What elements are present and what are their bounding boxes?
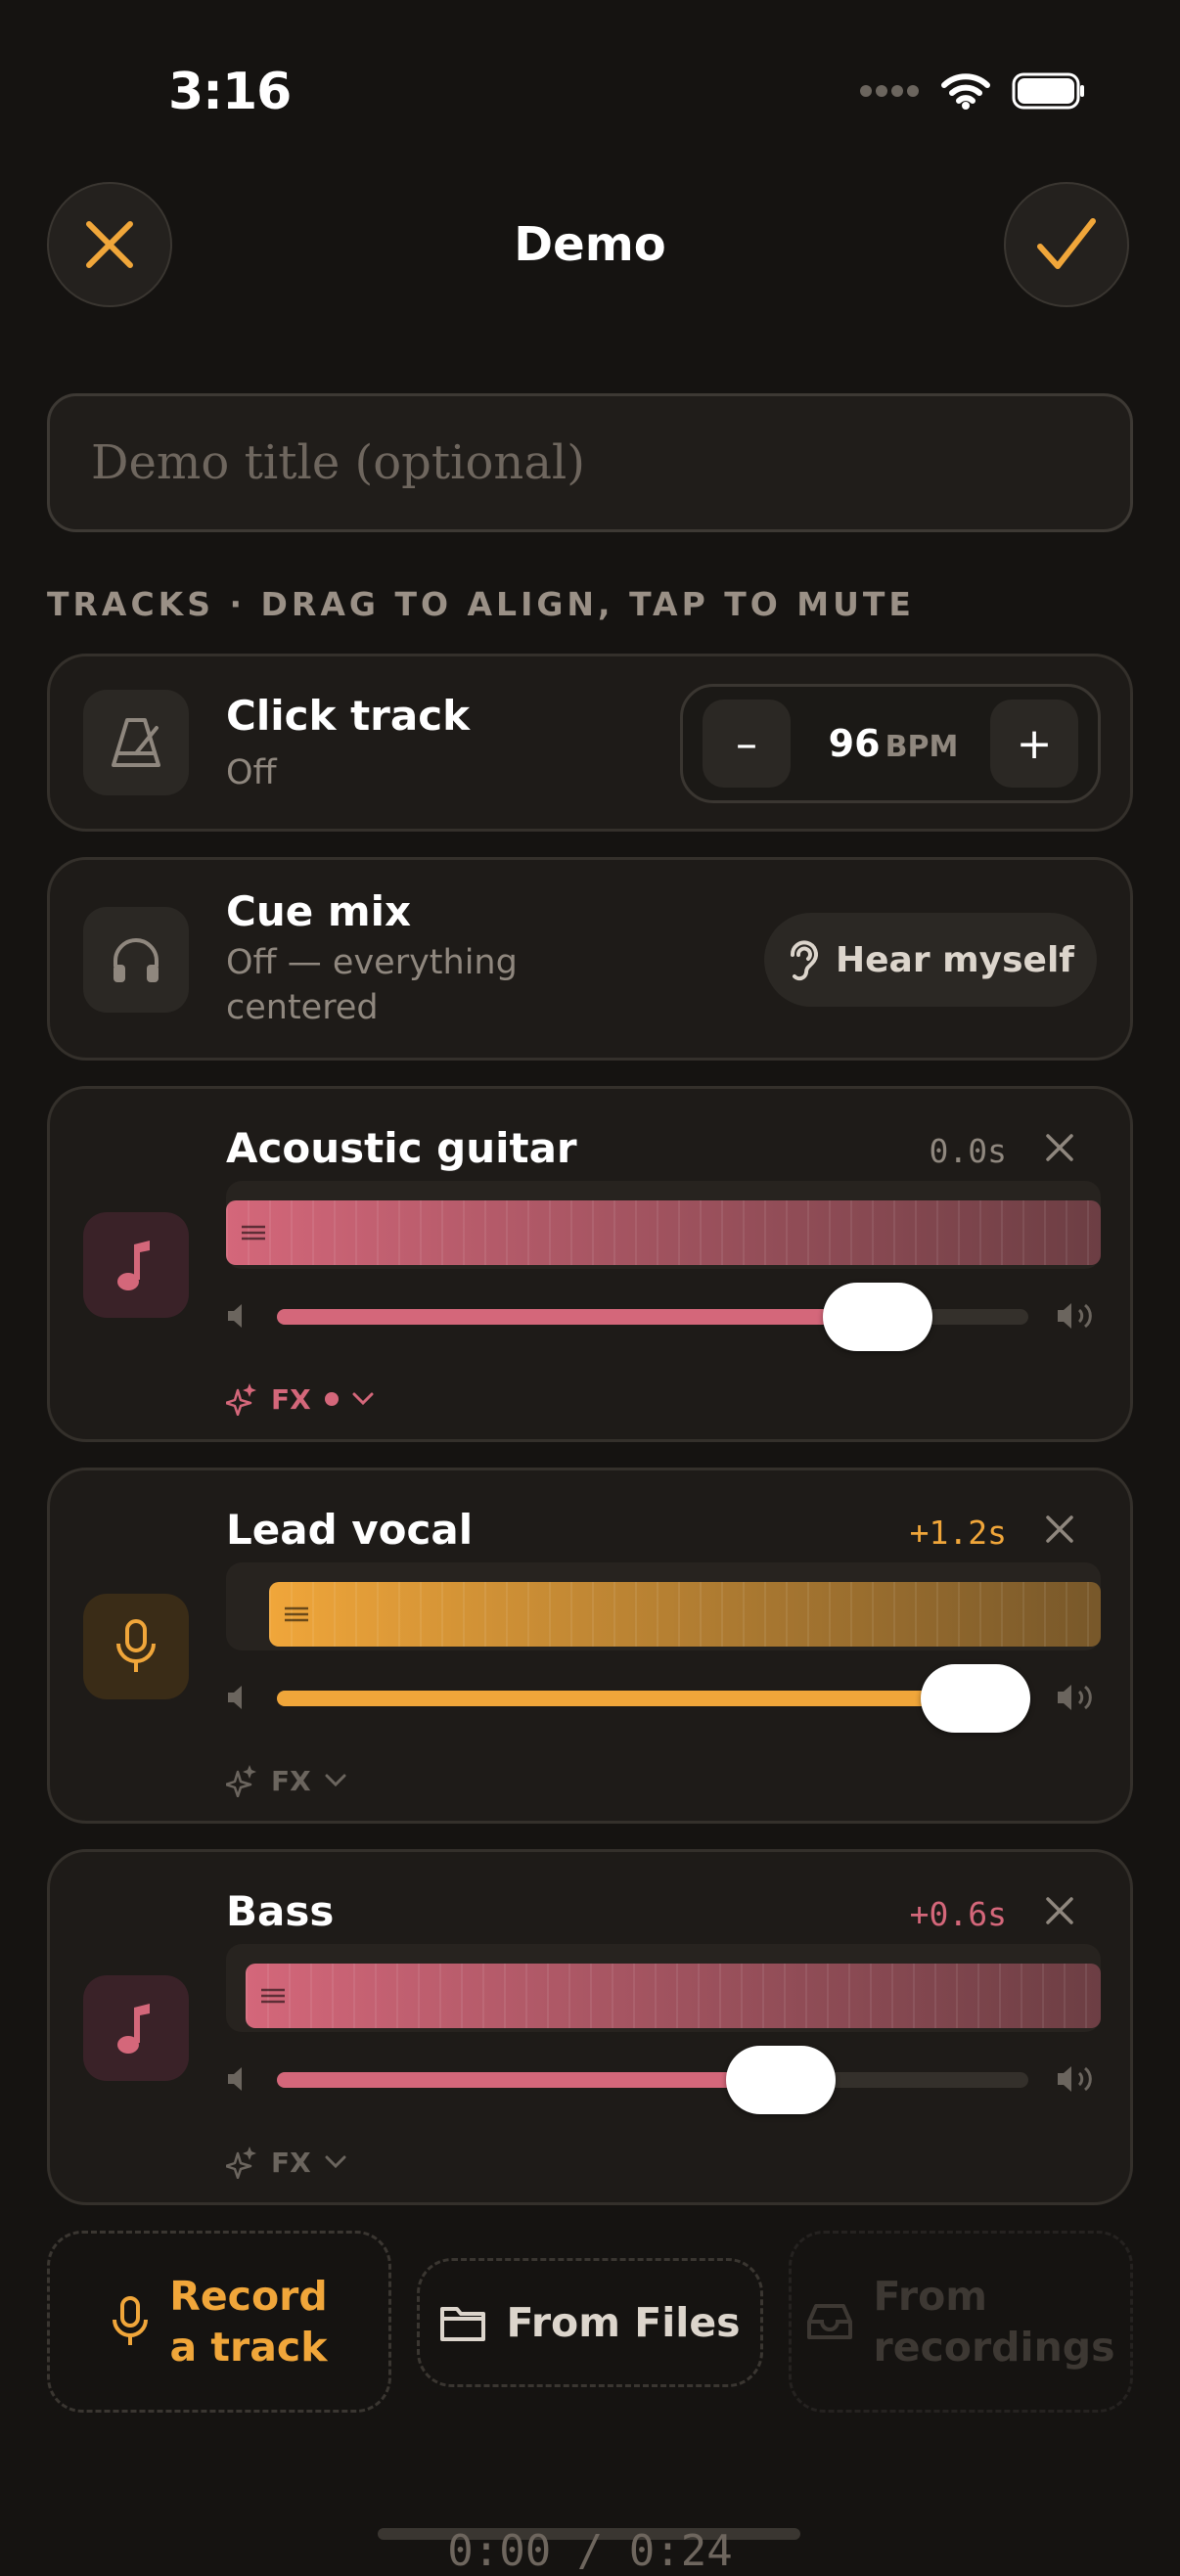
- volume-high-icon: [1058, 2066, 1092, 2092]
- remove-track-button[interactable]: [1038, 1508, 1081, 1551]
- wifi-icon: [941, 73, 990, 110]
- track-offset: 0.0s: [929, 1132, 1007, 1170]
- volume-knob[interactable]: [921, 1664, 1031, 1733]
- fx-toggle[interactable]: FX: [226, 1382, 374, 1416]
- demo-title-field[interactable]: [47, 393, 1133, 532]
- volume-fill: [277, 1309, 879, 1325]
- microphone-icon: [113, 2296, 149, 2345]
- music-note-icon: [117, 2004, 150, 2054]
- chevron-down-icon: [325, 2155, 346, 2169]
- track-card: Acoustic guitar 0.0s FX: [47, 1086, 1133, 1442]
- track-card: Lead vocal +1.2s FX: [47, 1468, 1133, 1824]
- record-track-label-1: Record: [169, 2273, 328, 2320]
- track-offset: +1.2s: [909, 1514, 1007, 1552]
- close-icon: [1046, 1515, 1073, 1543]
- hear-myself-label: Hear myself: [836, 939, 1074, 980]
- volume-slider[interactable]: [277, 2072, 1028, 2088]
- battery-icon: [1012, 72, 1084, 110]
- demo-title-input[interactable]: [89, 434, 1091, 491]
- cue-mix-card: Cue mix Off — everything centered Hear m…: [47, 857, 1133, 1061]
- track-icon-tile[interactable]: [83, 1212, 189, 1318]
- track-offset: +0.6s: [909, 1895, 1007, 1933]
- sparkle-icon: [226, 2147, 256, 2179]
- volume-fill: [277, 1691, 976, 1706]
- ear-icon: [791, 940, 818, 981]
- inbox-icon: [807, 2304, 853, 2339]
- folder-icon: [440, 2307, 486, 2341]
- sparkle-icon: [226, 1383, 256, 1416]
- click-track-name: Click track: [226, 692, 471, 740]
- cue-mix-name: Cue mix: [226, 887, 412, 935]
- volume-high-icon: [1058, 1303, 1092, 1329]
- track-icon-tile[interactable]: [83, 1975, 189, 2081]
- hear-myself-button[interactable]: Hear myself: [764, 913, 1097, 1007]
- close-icon: [1046, 1134, 1073, 1161]
- fx-label: FX: [271, 1382, 311, 1416]
- volume-fill: [277, 2072, 781, 2088]
- drag-handle-icon: [261, 1988, 285, 2004]
- volume-knob[interactable]: [725, 2046, 836, 2114]
- bpm-increase-button[interactable]: +: [990, 700, 1078, 788]
- fx-active-dot: [324, 1392, 339, 1406]
- confirm-button[interactable]: [1004, 182, 1129, 307]
- from-recordings-label-2: recordings: [873, 2324, 1115, 2371]
- track-name: Lead vocal: [226, 1506, 474, 1554]
- chevron-down-icon: [325, 1774, 346, 1787]
- headphones-icon: [113, 938, 159, 982]
- record-track-label-2: a track: [169, 2324, 328, 2371]
- remove-track-button[interactable]: [1038, 1126, 1081, 1169]
- drag-handle-icon: [285, 1606, 308, 1622]
- track-clip[interactable]: [269, 1582, 1101, 1647]
- volume-slider[interactable]: [277, 1691, 1028, 1706]
- fx-toggle[interactable]: FX: [226, 2146, 346, 2179]
- cue-mix-status-line2: centered: [226, 988, 379, 1027]
- microphone-icon: [116, 1619, 156, 1672]
- signal-icon: [860, 85, 919, 97]
- track-clip[interactable]: [246, 1964, 1101, 2028]
- fx-label: FX: [271, 1764, 311, 1797]
- click-track-status: Off: [226, 753, 277, 792]
- sparkle-icon: [226, 1765, 256, 1797]
- volume-low-icon: [228, 1686, 242, 1709]
- metronome-icon: [112, 718, 160, 767]
- track-icon-tile[interactable]: [83, 1594, 189, 1699]
- bpm-value: 96: [828, 722, 881, 765]
- status-time: 3:16: [168, 63, 292, 121]
- fx-label: FX: [271, 2146, 311, 2179]
- remove-track-button[interactable]: [1038, 1889, 1081, 1932]
- volume-high-icon: [1058, 1685, 1092, 1710]
- from-files-button[interactable]: From Files: [417, 2258, 763, 2387]
- track-name: Bass: [226, 1887, 335, 1935]
- cue-mix-icon-tile: [83, 907, 189, 1013]
- chevron-down-icon: [352, 1392, 374, 1406]
- track-card: Bass +0.6s FX: [47, 1849, 1133, 2205]
- volume-knob[interactable]: [823, 1283, 933, 1351]
- from-files-label: From Files: [506, 2299, 741, 2346]
- record-track-button[interactable]: Record a track: [47, 2231, 391, 2413]
- drag-handle-icon: [242, 1225, 265, 1241]
- cue-mix-status-line1: Off — everything: [226, 943, 518, 982]
- from-recordings-label-1: From: [873, 2273, 987, 2320]
- bpm-stepper: – 96 BPM +: [680, 684, 1101, 803]
- close-icon: [1046, 1897, 1073, 1924]
- track-lane: [226, 1944, 1101, 2032]
- bpm-unit: BPM: [885, 730, 959, 764]
- click-track-icon-tile: [83, 690, 189, 795]
- click-track-card: Click track Off – 96 BPM +: [47, 654, 1133, 832]
- track-lane: [226, 1181, 1101, 1269]
- tracks-section-label: TRACKS · DRAG TO ALIGN, TAP TO MUTE: [47, 585, 915, 623]
- playback-timecode: 0:00 / 0:24: [447, 2526, 733, 2576]
- fx-toggle[interactable]: FX: [226, 1764, 346, 1797]
- status-icons: [859, 72, 1086, 110]
- track-name: Acoustic guitar: [226, 1124, 577, 1172]
- bpm-readout: 96 BPM: [820, 722, 967, 765]
- checkmark-icon: [1037, 218, 1096, 269]
- volume-low-icon: [228, 1304, 242, 1328]
- track-lane: [226, 1562, 1101, 1650]
- from-recordings-button[interactable]: From recordings: [789, 2231, 1133, 2413]
- track-clip[interactable]: [226, 1200, 1101, 1265]
- music-note-icon: [117, 1241, 150, 1290]
- bpm-decrease-button[interactable]: –: [703, 700, 791, 788]
- volume-low-icon: [228, 2067, 242, 2091]
